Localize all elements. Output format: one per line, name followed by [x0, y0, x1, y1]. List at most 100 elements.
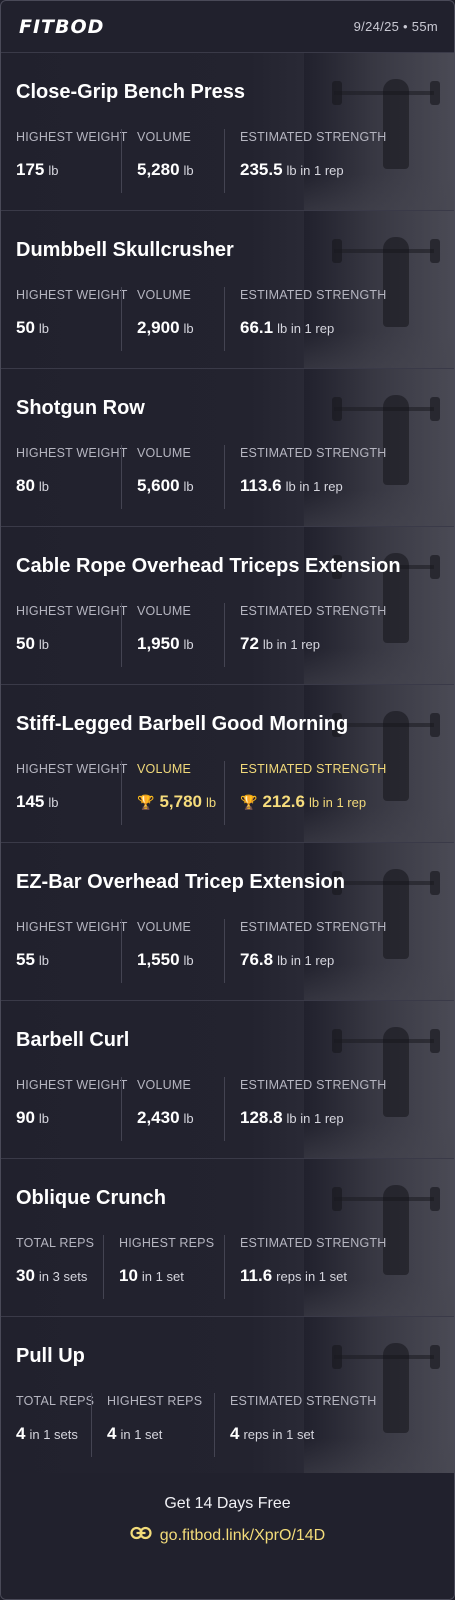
stat-label: TOTAL REPS [16, 1236, 95, 1250]
stat-value: 50 lb [16, 317, 128, 339]
stat-column: HIGHEST WEIGHT 90 lb [16, 1077, 128, 1141]
stat-label: HIGHEST REPS [119, 1236, 215, 1250]
stat-column: ESTIMATED STRENGTH 11.6 reps in 1 set [224, 1235, 386, 1299]
stat-number: 76.8 [240, 950, 274, 969]
stat-column: HIGHEST WEIGHT 50 lb [16, 287, 128, 351]
stat-unit: lb [183, 1111, 194, 1126]
stat-unit: lb [205, 795, 217, 810]
exercise-photo-shape [383, 869, 409, 959]
stat-number: 2,430 [137, 1108, 180, 1127]
stat-label: VOLUME [137, 920, 191, 934]
stat-column: ESTIMATED STRENGTH 235.5 lb in 1 rep [224, 129, 386, 193]
stat-label: HIGHEST WEIGHT [16, 446, 128, 460]
exercise-photo-shape [332, 81, 342, 105]
stat-label: VOLUME [137, 288, 191, 302]
stat-unit: lb [48, 795, 59, 810]
stat-value: 4 in 1 set [107, 1423, 202, 1445]
stat-value: 🏆 212.6 lb in 1 rep [240, 791, 386, 813]
stat-label: VOLUME [137, 130, 191, 144]
exercise-photo-shape [430, 871, 440, 895]
stat-column: VOLUME 🏆 5,780 lb [121, 761, 216, 825]
stat-label: ESTIMATED STRENGTH [240, 762, 387, 776]
exercise-photo-shape [383, 1027, 409, 1117]
stat-unit: lb [183, 479, 194, 494]
stat-label: ESTIMATED STRENGTH [240, 604, 387, 618]
exercise-card[interactable]: Oblique Crunch TOTAL REPS 30 in 3 sets HIGHE… [1, 1159, 454, 1317]
exercise-card[interactable]: Barbell Curl HIGHEST WEIGHT 90 lb VOLUME 2,43… [1, 1001, 454, 1159]
stat-unit: lb in 1 rep [285, 479, 343, 494]
stat-unit: lb in 1 rep [262, 637, 321, 652]
stat-value: 66.1 lb in 1 rep [240, 317, 386, 339]
exercise-card[interactable]: EZ-Bar Overhead Tricep Extension HIGHEST … [1, 843, 454, 1001]
stat-unit: reps in 1 set [243, 1427, 315, 1442]
exercise-card[interactable]: Dumbbell Skullcrusher HIGHEST WEIGHT 50 lb V… [1, 211, 454, 369]
exercise-card[interactable]: Cable Rope Overhead Triceps Extension HIG… [1, 527, 454, 685]
stat-value: 30 in 3 sets [16, 1265, 94, 1287]
trophy-icon: 🏆 [137, 794, 155, 810]
stat-number: 145 [16, 792, 45, 811]
stat-unit: lb [183, 321, 194, 336]
trophy-icon: 🏆 [240, 794, 258, 810]
stat-unit: lb in 1 rep [277, 953, 335, 968]
exercise-photo-shape [383, 711, 409, 801]
stat-number: 2,900 [137, 318, 180, 337]
stat-label: HIGHEST WEIGHT [16, 130, 128, 144]
stat-number: 212.6 [262, 792, 305, 811]
promo-link[interactable]: go.fitbod.link/XprO/14D [1, 1526, 454, 1545]
stat-unit: reps in 1 set [276, 1269, 347, 1284]
stat-column: HIGHEST WEIGHT 80 lb [16, 445, 128, 509]
exercise-name: Oblique Crunch [16, 1187, 166, 1209]
stat-number: 235.5 [240, 160, 283, 179]
stat-column: HIGHEST WEIGHT 50 lb [16, 603, 128, 667]
stat-column: HIGHEST WEIGHT 145 lb [16, 761, 128, 825]
stat-label: ESTIMATED STRENGTH [240, 130, 387, 144]
stat-value: 175 lb [16, 159, 128, 181]
stat-column: ESTIMATED STRENGTH 76.8 lb in 1 rep [224, 919, 386, 983]
stat-column: HIGHEST REPS 10 in 1 set [103, 1235, 214, 1299]
stat-value: 4 in 1 sets [16, 1423, 94, 1445]
link-icon [130, 1526, 152, 1545]
stat-label: ESTIMATED STRENGTH [240, 288, 387, 302]
exercise-name: Barbell Curl [16, 1029, 130, 1051]
exercise-card[interactable]: Pull Up TOTAL REPS 4 in 1 sets HIGHEST REPS 4… [1, 1317, 454, 1475]
fitbod-logo: FITBOD [19, 15, 105, 38]
promo-link-text[interactable]: go.fitbod.link/XprO/14D [160, 1527, 325, 1545]
stat-label: HIGHEST WEIGHT [16, 288, 128, 302]
stat-unit: lb [38, 1111, 50, 1126]
exercise-photo-shape [430, 239, 440, 263]
exercise-photo-shape [430, 555, 440, 579]
exercise-name: Shotgun Row [16, 397, 145, 419]
stat-unit: lb [38, 637, 50, 652]
stat-column: ESTIMATED STRENGTH 4 reps in 1 set [214, 1393, 376, 1457]
stat-column: TOTAL REPS 30 in 3 sets [16, 1235, 94, 1299]
stat-unit: lb in 1 rep [308, 795, 367, 810]
exercise-photo-shape [430, 1029, 440, 1053]
stat-number: 90 [16, 1108, 35, 1127]
stat-label: VOLUME [137, 762, 191, 776]
stat-label: HIGHEST WEIGHT [16, 920, 128, 934]
stat-value: 2,430 lb [137, 1107, 194, 1129]
exercise-name: Dumbbell Skullcrusher [16, 239, 234, 261]
stat-label: ESTIMATED STRENGTH [240, 920, 387, 934]
stat-number: 4 [16, 1424, 26, 1443]
stat-number: 50 [16, 318, 35, 337]
exercise-card[interactable]: Close-Grip Bench Press HIGHEST WEIGHT 175 l… [1, 53, 454, 211]
stat-column: ESTIMATED STRENGTH 113.6 lb in 1 rep [224, 445, 386, 509]
stat-number: 66.1 [240, 318, 274, 337]
stat-column: HIGHEST REPS 4 in 1 set [91, 1393, 202, 1457]
stat-unit: lb in 1 rep [286, 163, 344, 178]
stat-column: TOTAL REPS 4 in 1 sets [16, 1393, 94, 1457]
stat-value: 11.6 reps in 1 set [240, 1265, 386, 1287]
stat-number: 50 [16, 634, 35, 653]
stat-value: 80 lb [16, 475, 128, 497]
exercise-card[interactable]: Stiff-Legged Barbell Good Morning HIGHEST… [1, 685, 454, 843]
workout-summary-card: FITBOD 9/24/25 • 55m Close-Grip Bench Pr… [0, 0, 455, 1600]
stat-value: 🏆 5,780 lb [137, 791, 216, 813]
exercise-photo-shape [383, 79, 409, 169]
exercise-photo-shape [383, 1185, 409, 1275]
exercise-card[interactable]: Shotgun Row HIGHEST WEIGHT 80 lb VOLUME 5,600… [1, 369, 454, 527]
stat-number: 55 [16, 950, 35, 969]
stat-label: HIGHEST REPS [107, 1394, 203, 1408]
stat-number: 5,600 [137, 476, 180, 495]
stat-value: 4 reps in 1 set [230, 1423, 376, 1445]
